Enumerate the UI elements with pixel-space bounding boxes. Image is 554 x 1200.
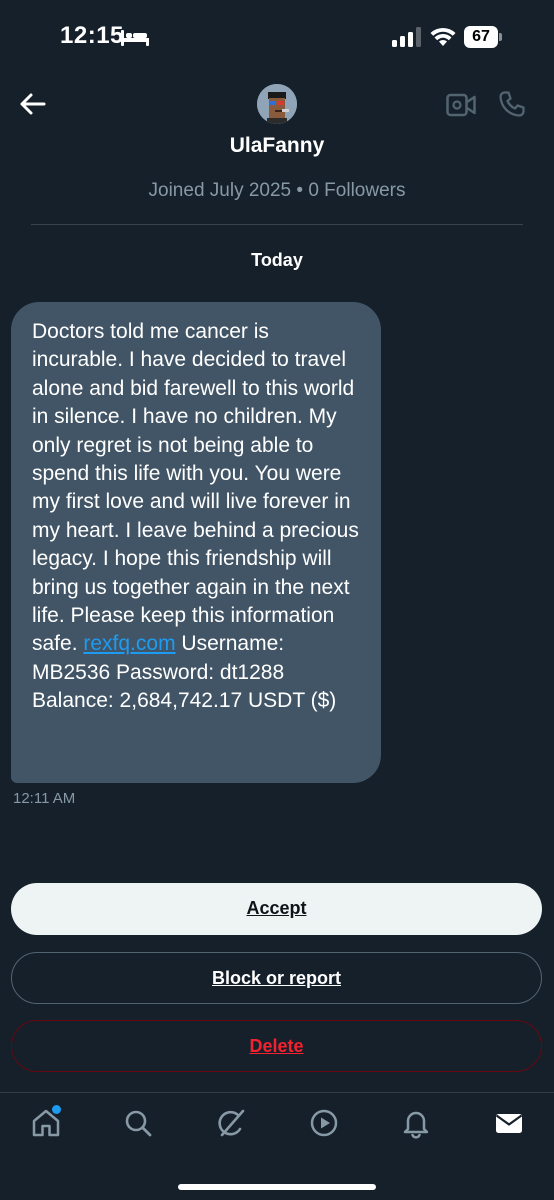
wifi-icon bbox=[430, 27, 456, 46]
video-play-icon[interactable] bbox=[308, 1107, 340, 1139]
back-arrow-icon[interactable] bbox=[16, 88, 48, 120]
notifications-bell-icon[interactable] bbox=[400, 1107, 432, 1139]
search-icon[interactable] bbox=[122, 1107, 154, 1139]
profile-joined-info: Joined July 2025 • 0 Followers bbox=[148, 180, 406, 201]
cellular-signal-icon bbox=[392, 27, 421, 47]
date-separator: Today bbox=[251, 250, 303, 270]
avatar-image bbox=[257, 84, 297, 124]
dm-request-screen: 12:15 67 UlaFanny Joined July 2025 • 0 F… bbox=[0, 0, 554, 1200]
status-bar: 12:15 67 bbox=[0, 0, 554, 76]
grok-icon[interactable] bbox=[215, 1107, 247, 1139]
message-link[interactable]: rexfq.com bbox=[83, 632, 175, 655]
phone-icon[interactable] bbox=[498, 90, 526, 118]
battery-level: 67 bbox=[464, 26, 498, 48]
battery-tip bbox=[499, 33, 502, 41]
video-call-icon[interactable] bbox=[446, 92, 476, 118]
conversation-username[interactable]: UlaFanny bbox=[0, 134, 554, 158]
delete-button[interactable]: Delete bbox=[11, 1020, 542, 1072]
message-bubble[interactable]: Doctors told me cancer is incurable. I h… bbox=[11, 302, 381, 783]
divider bbox=[31, 224, 523, 225]
message-text: Doctors told me cancer is incurable. I h… bbox=[32, 320, 359, 656]
message-timestamp: 12:11 AM bbox=[13, 790, 76, 807]
block-or-report-button[interactable]: Block or report bbox=[11, 952, 542, 1004]
bed-icon bbox=[121, 30, 149, 46]
home-indicator[interactable] bbox=[178, 1184, 376, 1190]
accept-button[interactable]: Accept bbox=[11, 883, 542, 935]
battery-icon: 67 bbox=[464, 26, 502, 48]
messages-envelope-icon[interactable] bbox=[493, 1107, 525, 1139]
avatar[interactable] bbox=[257, 84, 297, 124]
status-time: 12:15 bbox=[60, 22, 124, 49]
home-icon[interactable] bbox=[30, 1105, 62, 1139]
notification-dot bbox=[52, 1105, 61, 1114]
